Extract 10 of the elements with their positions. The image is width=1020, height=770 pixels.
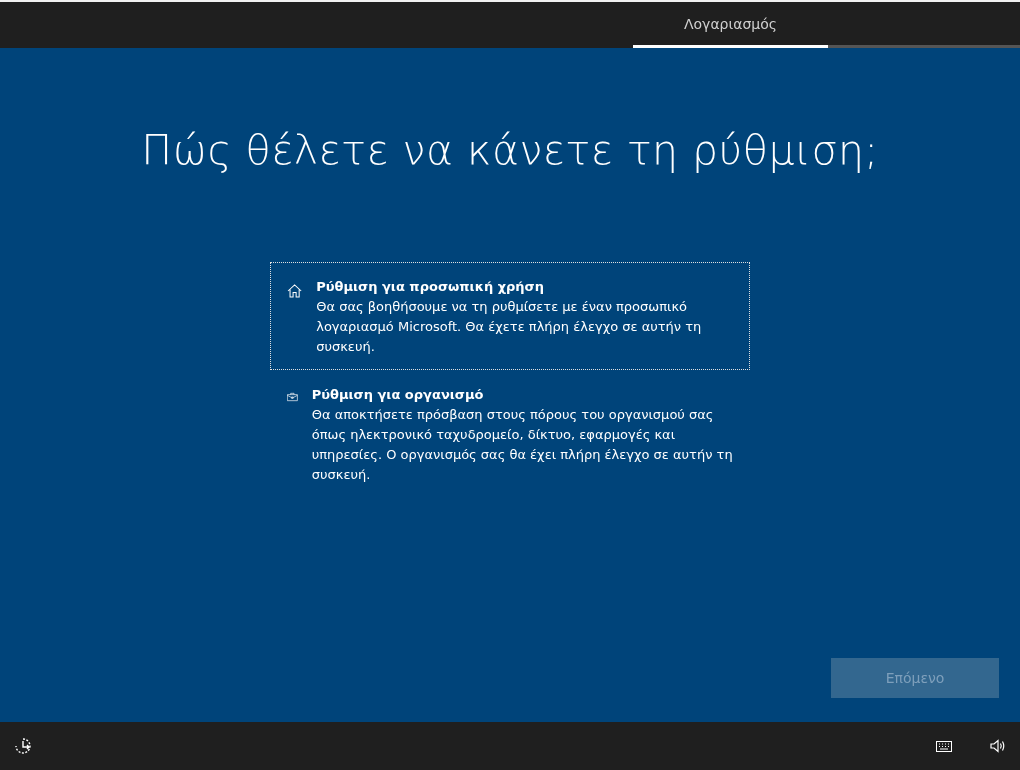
page-title: Πώς θέλετε να κάνετε τη ρύθμιση; (141, 126, 879, 174)
speaker-icon[interactable] (990, 739, 1006, 753)
keyboard-icon[interactable] (936, 740, 952, 752)
option-description: Θα αποκτήσετε πρόσβαση στους πόρους του οργανισμού σας όπως ηλεκτρονικό ταχυδρομείο, δίκτυο, εφαρμογές και υπηρεσίες. Ο οργανισμός σας θα έχει πλήρη έλεγχο σε αυτήν τη συσκευή. (311, 406, 733, 484)
option-title: Ρύθμιση για προσωπική χρήση (316, 278, 545, 296)
setup-option[interactable]: Ρύθμιση για οργανισμό Θα αποκτήσετε πρόσβαση στους πόρους του οργανισμού σας όπως ηλεκτρονικό ταχυδρομείο, δίκτυο, εφαρμογές και υπηρεσίες. Ο οργανισμός σας θα έχει πλήρη έλεγχο σε αυτήν τη συσκευή. (270, 370, 750, 498)
option-title: Ρύθμιση για οργανισμό (311, 386, 485, 404)
accessibility-icon[interactable] (14, 737, 32, 755)
option-description: Θα σας βοηθήσουμε να τη ρυθμίσετε με έναν προσωπικό λογαριασμό Microsoft. Θα έχετε πλήρη έλεγχο σε αυτήν τη συσκευή. (316, 298, 703, 356)
setup-option[interactable]: Ρύθμιση για προσωπική χρήση Θα σας βοηθήσουμε να τη ρυθμίσετε με έναν προσωπικό λογαριασμό Microsoft. Θα έχετε πλήρη έλεγχο σε αυτήν τη συσκευή. (270, 262, 750, 370)
